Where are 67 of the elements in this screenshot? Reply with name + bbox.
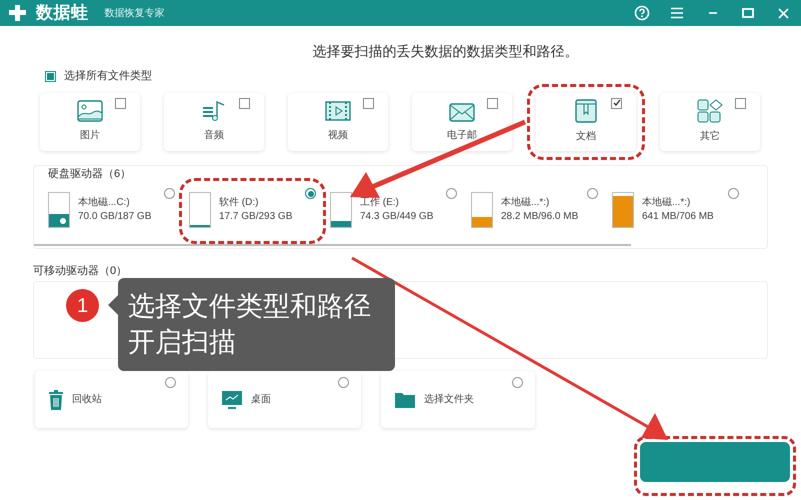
checkbox[interactable] <box>487 98 498 108</box>
drive-usage: 70.0 GB/187 GB <box>78 210 152 224</box>
grid-icon <box>697 99 723 123</box>
checkbox[interactable] <box>611 98 622 108</box>
callout-text: 开启扫描 <box>128 326 237 359</box>
checkbox[interactable] <box>735 98 746 108</box>
drive-usage: 28.2 MB/96.0 MB <box>501 210 578 224</box>
trash-icon <box>48 390 64 410</box>
file-type-card[interactable]: 其它 <box>660 92 760 150</box>
app-subtitle: 数据恢复专家 <box>104 6 164 20</box>
drive-icon <box>48 192 70 228</box>
location-label: 选择文件夹 <box>424 392 474 407</box>
film-icon <box>325 100 351 122</box>
radio-button[interactable] <box>728 188 739 199</box>
drive-name: 本地磁...*:) <box>642 196 692 210</box>
checkbox[interactable] <box>363 98 374 108</box>
drive-usage: 641 MB/706 MB <box>642 210 714 224</box>
select-all-checkbox[interactable] <box>45 70 56 82</box>
file-type-label: 其它 <box>700 130 720 144</box>
drive-usage: 17.7 GB/293 GB <box>219 210 292 224</box>
file-type-label: 音频 <box>204 128 224 143</box>
section-title: 可移动驱动器（0） <box>33 264 128 278</box>
callout-text: 选择文件类型和路径 <box>128 290 372 323</box>
section-title: 硬盘驱动器（6） <box>48 166 132 182</box>
file-type-label: 视频 <box>328 128 348 143</box>
maximize-icon[interactable] <box>742 8 754 18</box>
app-name: 数据蛙 <box>36 2 88 24</box>
radio-button[interactable] <box>305 188 316 199</box>
drive-name: 本地磁...*:) <box>501 196 550 210</box>
folder-icon <box>394 390 416 408</box>
radio-button[interactable] <box>512 377 523 388</box>
scrollbar[interactable] <box>34 244 631 246</box>
document-icon <box>573 99 599 123</box>
location-card[interactable]: 回收站 <box>35 371 188 428</box>
logo-icon <box>8 4 28 22</box>
radio-button[interactable] <box>587 188 598 199</box>
close-icon[interactable] <box>778 8 789 18</box>
checkbox[interactable] <box>239 98 250 108</box>
location-label: 回收站 <box>72 392 102 407</box>
monitor-icon <box>221 390 243 410</box>
step-badge: 1 <box>66 289 99 322</box>
radio-button[interactable] <box>165 377 176 388</box>
drive-name: 工作 (E:) <box>360 196 400 210</box>
music-note-icon <box>201 100 227 122</box>
checkbox[interactable] <box>115 98 126 108</box>
file-type-label: 图片 <box>80 128 100 143</box>
file-type-card[interactable]: 音频 <box>164 92 264 150</box>
drive-name: 软件 (D:) <box>219 196 260 210</box>
location-card[interactable]: 桌面 <box>208 371 361 428</box>
location-card[interactable]: 选择文件夹 <box>381 371 535 428</box>
help-icon[interactable] <box>634 5 650 21</box>
radio-button[interactable] <box>164 188 175 199</box>
location-label: 桌面 <box>251 392 271 407</box>
file-type-card[interactable]: 视频 <box>288 92 388 150</box>
radio-button[interactable] <box>338 377 349 388</box>
menu-icon[interactable] <box>670 6 684 20</box>
file-type-label: 电子邮 <box>447 128 477 143</box>
heading: 选择要扫描的丢失数据的数据类型和路径。 <box>312 42 578 61</box>
file-type-card[interactable]: 图片 <box>40 92 140 150</box>
select-all-label: 选择所有文件类型 <box>64 68 152 84</box>
file-type-card[interactable]: 电子邮 <box>412 92 512 150</box>
file-type-label: 文档 <box>576 130 596 144</box>
radio-button[interactable] <box>446 188 457 199</box>
file-type-card[interactable]: 文档 <box>536 92 636 150</box>
drive-usage: 74.3 GB/449 GB <box>360 210 434 224</box>
image-icon <box>77 100 103 122</box>
drive-name: 本地磁...C:) <box>78 196 131 210</box>
